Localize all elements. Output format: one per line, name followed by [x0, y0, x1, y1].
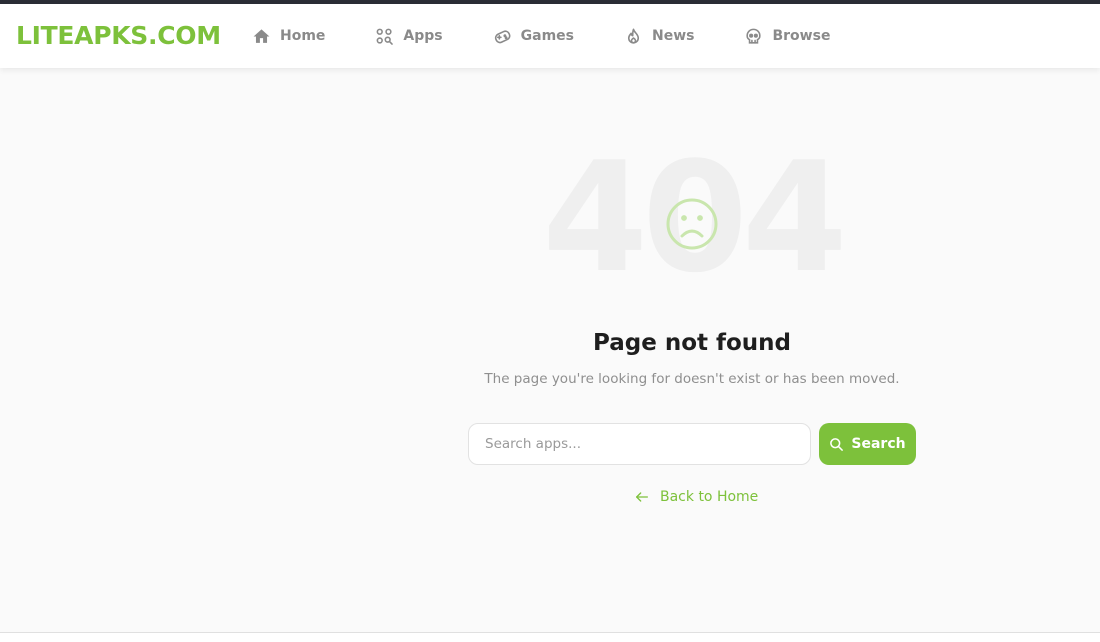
error-code-graphic: 404 — [542, 142, 847, 294]
main-nav: Home Apps Games News Browse — [252, 4, 880, 68]
nav-item-home[interactable]: Home — [252, 27, 325, 46]
nav-item-news[interactable]: News — [624, 27, 694, 46]
nav-item-label: Home — [280, 28, 326, 44]
search-input[interactable] — [468, 423, 811, 465]
search-button[interactable]: Search — [819, 423, 916, 465]
search-button-label: Search — [851, 436, 906, 452]
footer — [0, 633, 1100, 642]
back-to-home-link[interactable]: Back to Home — [634, 489, 758, 505]
site-header: LITEAPKS.COM Home Apps Games News Browse — [0, 4, 1100, 68]
gamepad-icon — [493, 27, 512, 46]
page-title: Page not found — [592, 330, 792, 356]
nav-item-label: News — [652, 28, 695, 44]
flame-icon — [624, 27, 643, 46]
nav-item-label: Apps — [403, 28, 443, 44]
home-icon — [252, 27, 271, 46]
apps-icon — [375, 27, 394, 46]
search-icon — [829, 437, 844, 452]
nav-item-label: Browse — [772, 28, 831, 44]
page-subtitle: The page you're looking for doesn't exis… — [484, 371, 900, 387]
nav-item-games[interactable]: Games — [493, 27, 574, 46]
arrow-left-icon — [634, 489, 650, 505]
nav-item-apps[interactable]: Apps — [375, 27, 443, 46]
back-link-label: Back to Home — [660, 489, 759, 505]
site-logo[interactable]: LITEAPKS.COM — [16, 21, 221, 50]
sad-face-icon — [666, 198, 718, 250]
nav-item-browse[interactable]: Browse — [744, 27, 830, 46]
nav-item-label: Games — [520, 28, 574, 44]
skull-icon — [744, 27, 763, 46]
